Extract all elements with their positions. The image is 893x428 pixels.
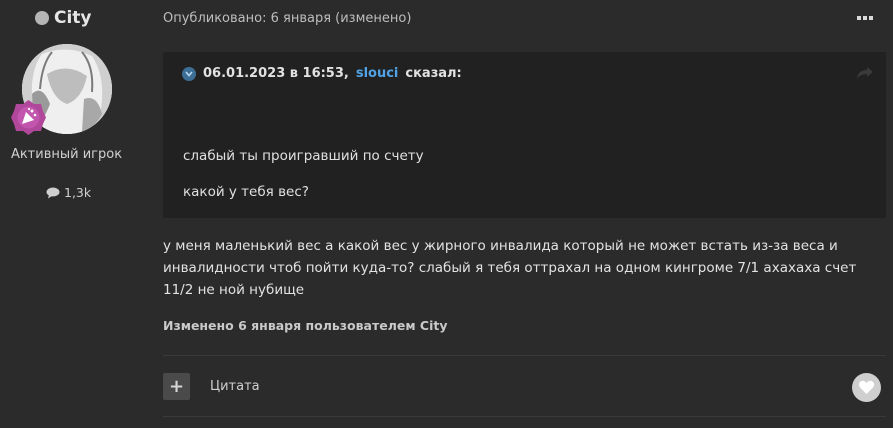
comment-icon xyxy=(46,187,60,198)
quote-text-line: слабый ты проигравший по счету xyxy=(183,148,424,164)
divider xyxy=(163,355,886,356)
quote-said: сказал: xyxy=(405,66,462,81)
quote-button[interactable]: Цитата xyxy=(210,379,260,394)
author-name-link[interactable]: City xyxy=(54,8,92,28)
user-group-title: Активный игрок xyxy=(10,147,123,162)
post-date[interactable]: Опубликовано: 6 января (изменено) xyxy=(163,11,411,26)
edited-note: Изменено 6 января пользователем City xyxy=(163,318,448,333)
quote-user-link[interactable]: slouci xyxy=(356,66,399,81)
author-header: City xyxy=(35,8,92,28)
quote-citation: 06.01.2023 в 16:53, slouci сказал: xyxy=(182,66,462,81)
chevron-down-icon[interactable] xyxy=(182,66,196,81)
heart-icon[interactable] xyxy=(852,373,881,402)
post-count-value: 1,3k xyxy=(64,185,92,200)
quote-text-line: какой у тебя вес? xyxy=(183,184,309,200)
share-icon[interactable] xyxy=(856,66,874,80)
rank-badge-icon xyxy=(10,99,47,136)
post-body: у меня маленький вес а какой вес у жирно… xyxy=(163,238,857,298)
divider xyxy=(163,416,886,417)
quote-block: 06.01.2023 в 16:53, slouci сказал: слабы… xyxy=(163,52,886,218)
author-sidebar: City Активный игрок 1,3k xyxy=(0,0,133,428)
add-multiquote-button[interactable]: + xyxy=(163,373,190,400)
more-horizontal-icon[interactable] xyxy=(857,14,875,22)
post-count[interactable]: 1,3k xyxy=(46,185,91,200)
quote-date: 06.01.2023 в 16:53, xyxy=(203,66,349,81)
status-dot-icon xyxy=(35,11,49,25)
